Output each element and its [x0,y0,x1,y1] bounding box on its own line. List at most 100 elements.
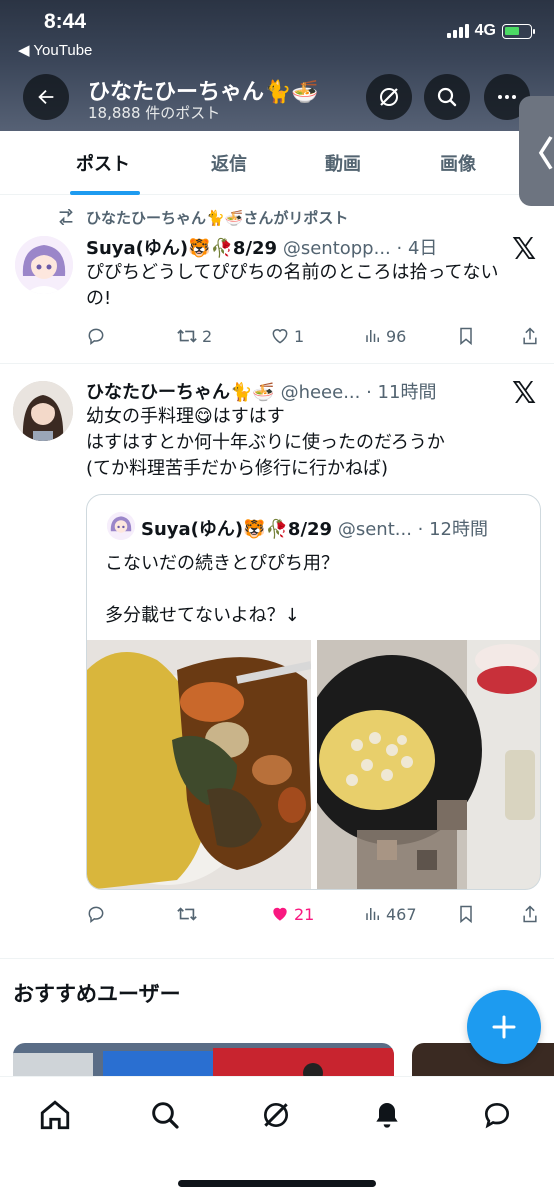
reply-icon [88,328,104,346]
author-handle[interactable]: @sentopp... [283,238,391,259]
quoted-post[interactable]: Suya(ゆん)🐯🥀8/29 @sent... · 12時間 こないだの続きとぴ… [86,494,541,890]
back-button[interactable] [23,74,69,120]
post-text: 幼女の手料理😋はすはす はすはすとか何十年ぶりに使ったのだろうか (てか料理苦手… [86,404,445,482]
food-photo-icon [317,640,540,889]
quote-text: こないだの続きとぴぴち用？ 多分載せてないよね？↓ [105,551,339,629]
like-button[interactable]: 21 [270,904,314,924]
grok-icon [380,88,398,106]
arrow-left-icon [38,89,54,105]
post-time[interactable]: · 11時間 [366,382,436,403]
battery-icon [502,23,535,39]
views-button[interactable]: 96 [364,327,406,346]
tab-posts[interactable]: ポスト [0,131,206,195]
post-text-line: ぴぴちどうしてぴぴちの名前のところは拾ってない [86,262,499,283]
post-text-line: 幼女の手料理😋はすはす [86,406,285,427]
profile-header: 8:44 ◀ YouTube 4G ひなたひーちゃん🐈🍜 18,888 件のポス… [0,0,554,131]
tab-label: 画像 [440,154,476,175]
quote-text-line: 多分載せてないよね？↓ [105,605,300,626]
divider [0,958,554,959]
food-photo-icon [87,640,311,889]
author-name[interactable]: ひなたひーちゃん🐈🍜 [86,382,275,403]
active-tab-indicator [70,191,140,195]
nav-notifications[interactable] [367,1095,407,1135]
grok-icon [264,1103,288,1127]
search-button[interactable] [424,74,470,120]
status-icons: 4G [446,22,535,40]
view-count: 467 [386,904,417,924]
repost-icon [177,907,197,921]
repost-icon [177,329,197,343]
home-indicator[interactable] [178,1180,376,1187]
post-item[interactable]: ひなたひーちゃん🐈🍜さんがリポスト Suya(ゆん)🐯🥀8/29 @sentop… [0,196,554,364]
quote-handle: @sent... [337,519,412,540]
bookmark-icon [460,327,472,346]
share-icon [523,327,537,345]
nav-messages[interactable] [477,1095,517,1135]
tab-replies[interactable]: 返信 [196,131,262,195]
author-handle[interactable]: @heee... [281,382,361,403]
tab-label: 返信 [211,154,247,175]
side-panel-handle[interactable]: 〈 [519,96,554,206]
recommended-user-card[interactable] [13,1043,394,1079]
photo-pan[interactable] [317,640,540,889]
post-actions: 2 1 96 [0,324,554,348]
photo-curry[interactable] [87,640,311,889]
share-button[interactable] [521,326,539,346]
repost-label: ひなたひーちゃん🐈🍜さんがリポスト [86,209,349,227]
home-icon [40,1100,70,1130]
chat-icon [484,1102,510,1129]
post-text-line: はすはすとか何十年ぶりに使ったのだろうか [86,432,445,453]
status-time: 8:44 [44,10,87,33]
more-icon [498,95,516,99]
post-actions: 21 467 [0,902,554,926]
recommended-users-title: おすすめユーザー [13,982,181,1006]
anime-avatar-icon [107,512,135,540]
reply-icon [88,906,104,924]
share-button[interactable] [521,904,539,924]
bookmark-button[interactable] [457,326,475,346]
photo-avatar-icon [13,381,73,441]
analytics-icon [366,330,379,342]
post-count: 18,888 件のポスト [88,104,221,122]
post-text: ぴぴちどうしてぴぴちの名前のところは拾ってない の! [86,260,499,312]
post-header: Suya(ゆん)🐯🥀8/29 @sentopp... · 4日 [86,234,437,260]
back-to-app-link[interactable]: ◀ YouTube [18,41,92,59]
view-count: 96 [386,326,407,346]
tab-images[interactable]: 画像 [425,131,491,195]
search-icon [152,1102,179,1129]
x-logo-icon: 𝕏 [512,376,537,411]
quote-author-name: Suya(ゆん)🐯🥀8/29 [141,519,333,540]
repost-button[interactable]: 2 [176,326,212,346]
nav-home[interactable] [35,1095,75,1135]
anime-avatar-icon [15,236,73,294]
nav-grok[interactable] [256,1095,296,1135]
bell-icon [376,1103,398,1128]
quote-header: Suya(ゆん)🐯🥀8/29 @sent... · 12時間 [141,515,488,541]
views-button[interactable]: 467 [364,905,417,924]
grok-button[interactable] [366,74,412,120]
quote-time: · 12時間 [417,519,489,540]
avatar [107,512,135,540]
avatar[interactable] [13,381,73,441]
analytics-icon [366,908,379,920]
bookmark-icon [460,905,472,924]
post-text-line: の! [86,288,112,309]
share-icon [523,905,537,923]
avatar[interactable] [15,236,73,294]
tab-label: 動画 [325,154,361,175]
chevron-left-icon: 〈 [519,134,554,175]
post-text-line: (てか料理苦手だから修行に行かねば) [86,458,389,479]
nav-search[interactable] [145,1095,185,1135]
like-button[interactable]: 1 [270,326,304,346]
repost-count: 2 [202,326,213,346]
reply-button[interactable] [86,904,106,924]
bookmark-button[interactable] [457,904,475,924]
post-time[interactable]: · 4日 [397,238,438,259]
tab-videos[interactable]: 動画 [310,131,376,195]
signal-icon [446,24,469,38]
search-icon [437,87,457,107]
reply-button[interactable] [86,326,106,346]
compose-button[interactable] [467,990,541,1064]
author-name[interactable]: Suya(ゆん)🐯🥀8/29 [86,238,277,259]
repost-button[interactable] [176,904,198,924]
